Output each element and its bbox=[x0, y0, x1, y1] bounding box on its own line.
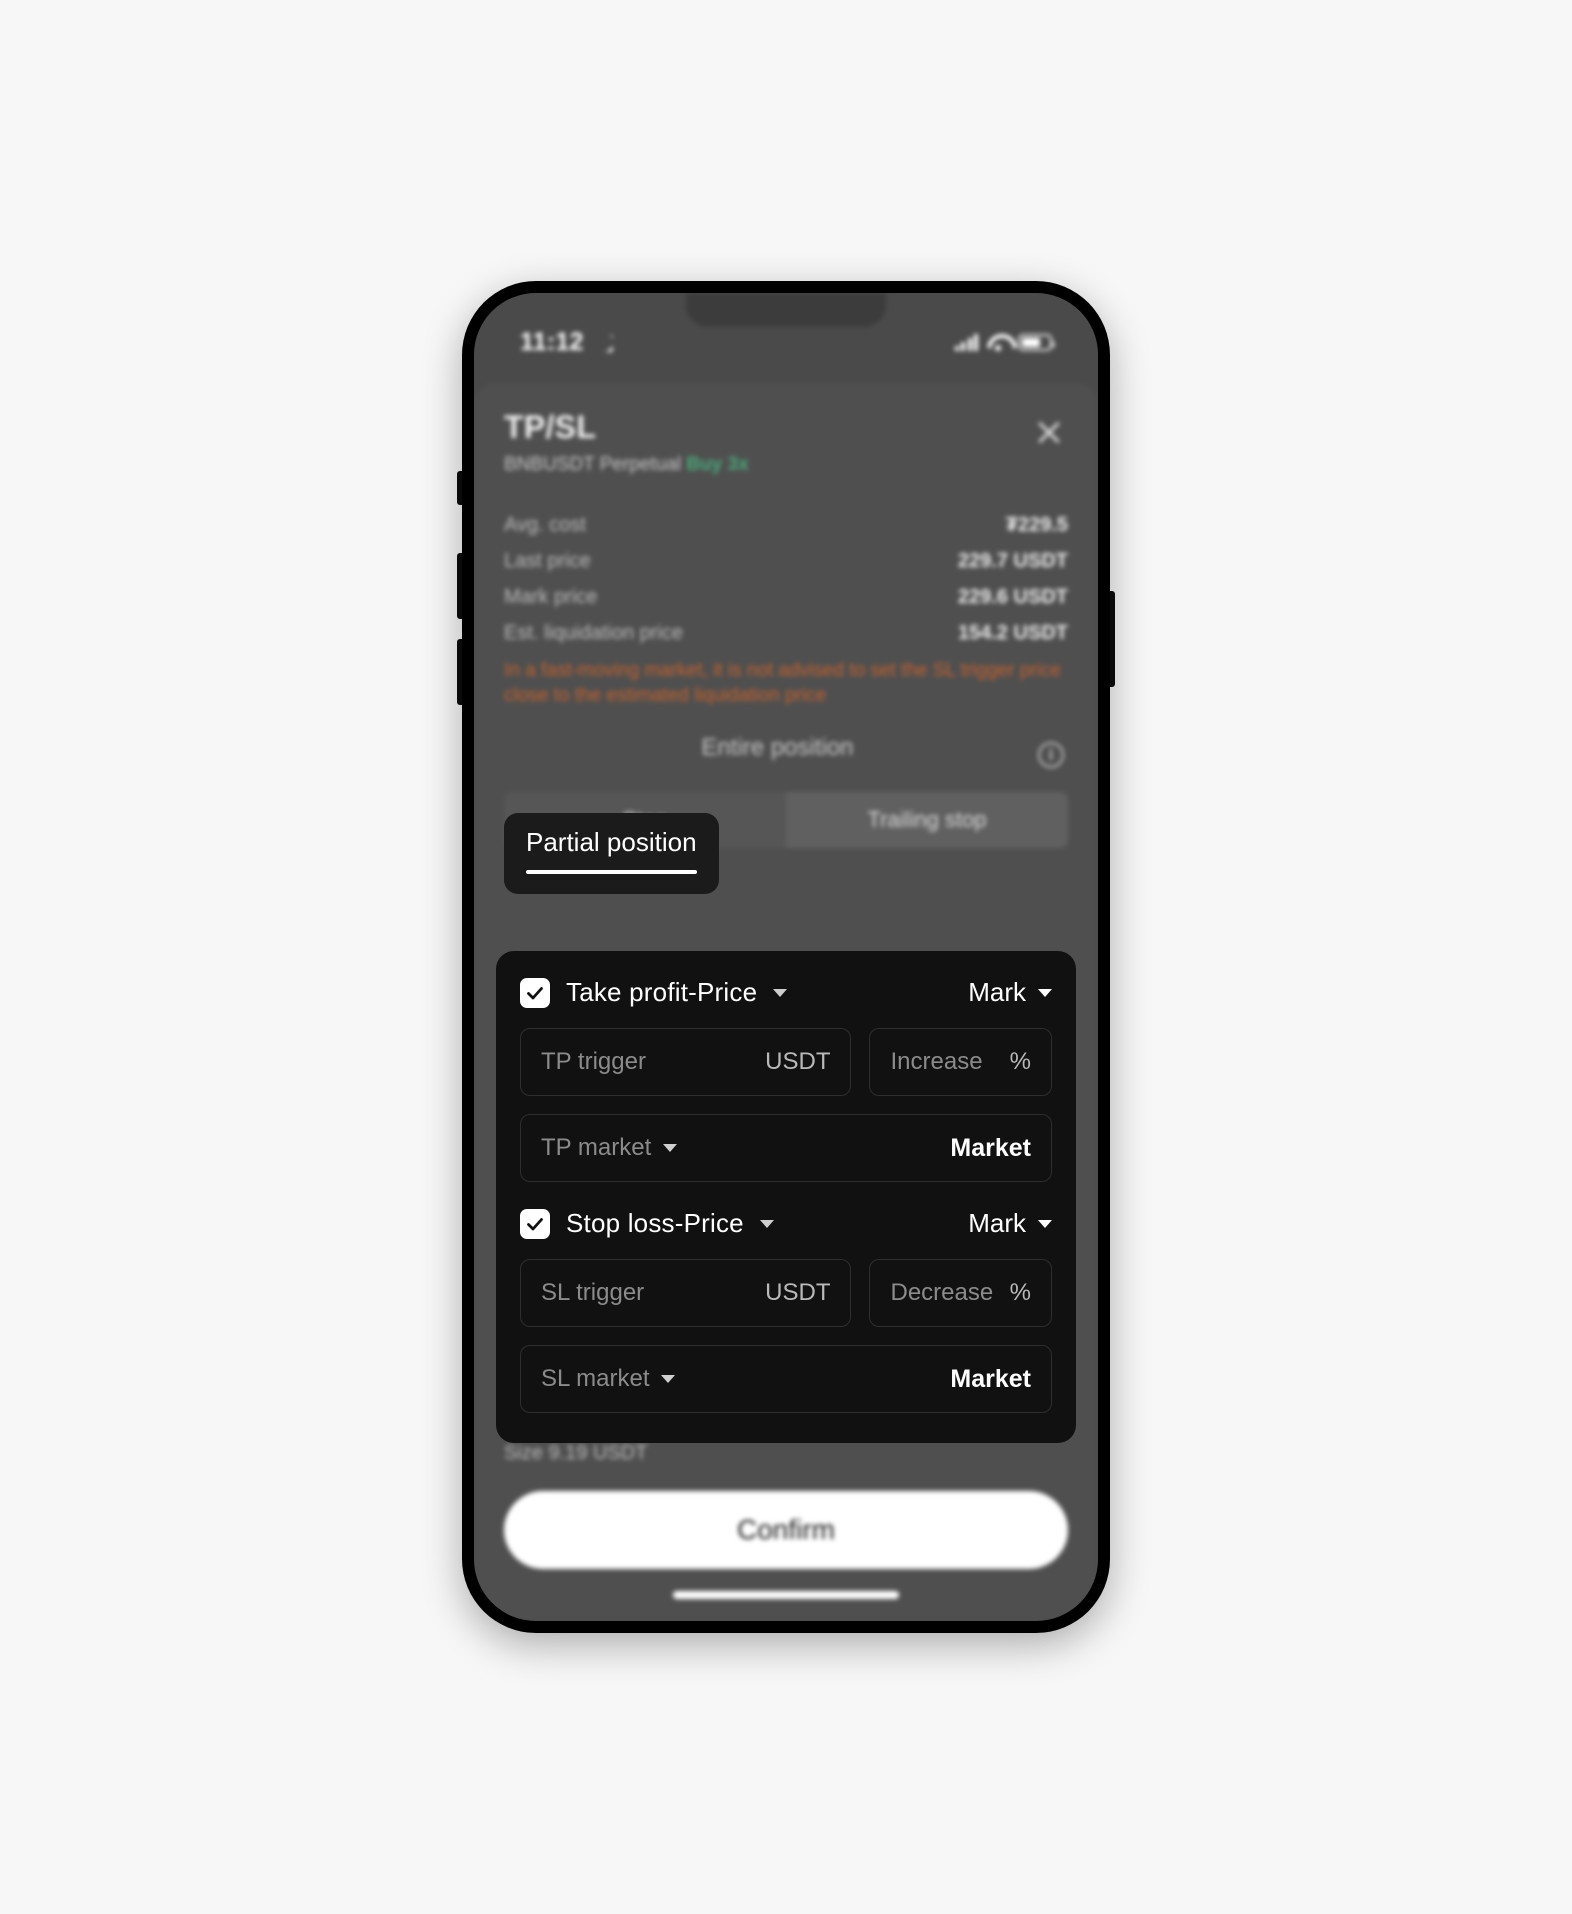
tp-order-type-value: Market bbox=[950, 1133, 1031, 1162]
sl-order-type-row[interactable]: SL market Market bbox=[520, 1345, 1052, 1413]
tpsl-settings-card: Take profit-Price Mark TP trigger USDT I… bbox=[496, 951, 1076, 1443]
sl-percent-placeholder: Decrease bbox=[890, 1279, 994, 1306]
stop-loss-price-source-value: Mark bbox=[968, 1208, 1026, 1238]
screenshot-stage: 11:12 TP/SL BNBUSDT Perpetual Buy 3x Avg… bbox=[0, 0, 1572, 1914]
tp-order-type-label: TP market bbox=[541, 1134, 652, 1161]
phone-mute-switch bbox=[457, 471, 462, 505]
take-profit-trigger-row: TP trigger USDT Increase % bbox=[520, 1028, 1053, 1096]
chevron-down-icon[interactable] bbox=[663, 1144, 678, 1152]
take-profit-title: Take profit-Price bbox=[566, 977, 758, 1007]
check-icon bbox=[527, 1217, 543, 1230]
phone-volume-up-button bbox=[457, 553, 462, 619]
stop-loss-trigger-row: SL trigger USDT Decrease % bbox=[520, 1259, 1053, 1327]
focused-overlay-layer: Partial position Take profit-Price Mark … bbox=[474, 293, 1098, 1621]
sl-percent-input[interactable]: Decrease % bbox=[869, 1259, 1053, 1327]
check-icon bbox=[527, 986, 543, 999]
tp-order-type-dropdown[interactable]: TP market bbox=[541, 1134, 678, 1162]
phone-device: 11:12 TP/SL BNBUSDT Perpetual Buy 3x Avg… bbox=[457, 281, 1115, 1633]
chevron-down-icon[interactable] bbox=[1038, 1219, 1052, 1228]
sl-percent-unit: % bbox=[1009, 1279, 1032, 1306]
take-profit-toggle[interactable]: Take profit-Price bbox=[520, 977, 788, 1008]
sl-order-type-dropdown[interactable]: SL market bbox=[541, 1365, 676, 1393]
take-profit-price-source[interactable]: Mark bbox=[968, 977, 1052, 1008]
sl-order-type-label: SL market bbox=[541, 1365, 650, 1392]
chevron-down-icon[interactable] bbox=[773, 988, 788, 997]
chevron-down-icon[interactable] bbox=[759, 1219, 774, 1228]
chevron-down-icon[interactable] bbox=[661, 1375, 676, 1383]
take-profit-checkbox[interactable] bbox=[520, 977, 550, 1008]
phone-screen: 11:12 TP/SL BNBUSDT Perpetual Buy 3x Avg… bbox=[474, 293, 1098, 1621]
stop-loss-price-source[interactable]: Mark bbox=[968, 1208, 1052, 1239]
tp-percent-placeholder: Increase bbox=[890, 1048, 983, 1075]
take-profit-price-source-value: Mark bbox=[968, 977, 1026, 1007]
phone-volume-down-button bbox=[457, 639, 462, 705]
sl-trigger-unit: USDT bbox=[765, 1279, 831, 1306]
tp-trigger-unit: USDT bbox=[765, 1048, 831, 1075]
stop-loss-title: Stop loss-Price bbox=[566, 1208, 744, 1238]
sl-trigger-input[interactable]: SL trigger USDT bbox=[520, 1259, 852, 1327]
phone-power-button bbox=[1110, 591, 1115, 687]
tp-order-type-row[interactable]: TP market Market bbox=[520, 1114, 1052, 1182]
tp-trigger-input[interactable]: TP trigger USDT bbox=[520, 1028, 852, 1096]
sl-order-type-value: Market bbox=[950, 1364, 1031, 1393]
sl-trigger-placeholder: SL trigger bbox=[541, 1279, 645, 1306]
tp-percent-input[interactable]: Increase % bbox=[869, 1028, 1053, 1096]
tab-partial-position[interactable]: Partial position bbox=[504, 813, 719, 894]
chevron-down-icon[interactable] bbox=[1038, 988, 1052, 997]
take-profit-header: Take profit-Price Mark bbox=[520, 977, 1052, 1008]
stop-loss-header: Stop loss-Price Mark bbox=[520, 1208, 1052, 1239]
tp-trigger-placeholder: TP trigger bbox=[541, 1048, 646, 1075]
tab-partial-position-label: Partial position bbox=[526, 827, 697, 857]
tp-percent-unit: % bbox=[1009, 1048, 1032, 1075]
stop-loss-toggle[interactable]: Stop loss-Price bbox=[520, 1208, 774, 1239]
stop-loss-checkbox[interactable] bbox=[520, 1208, 550, 1239]
